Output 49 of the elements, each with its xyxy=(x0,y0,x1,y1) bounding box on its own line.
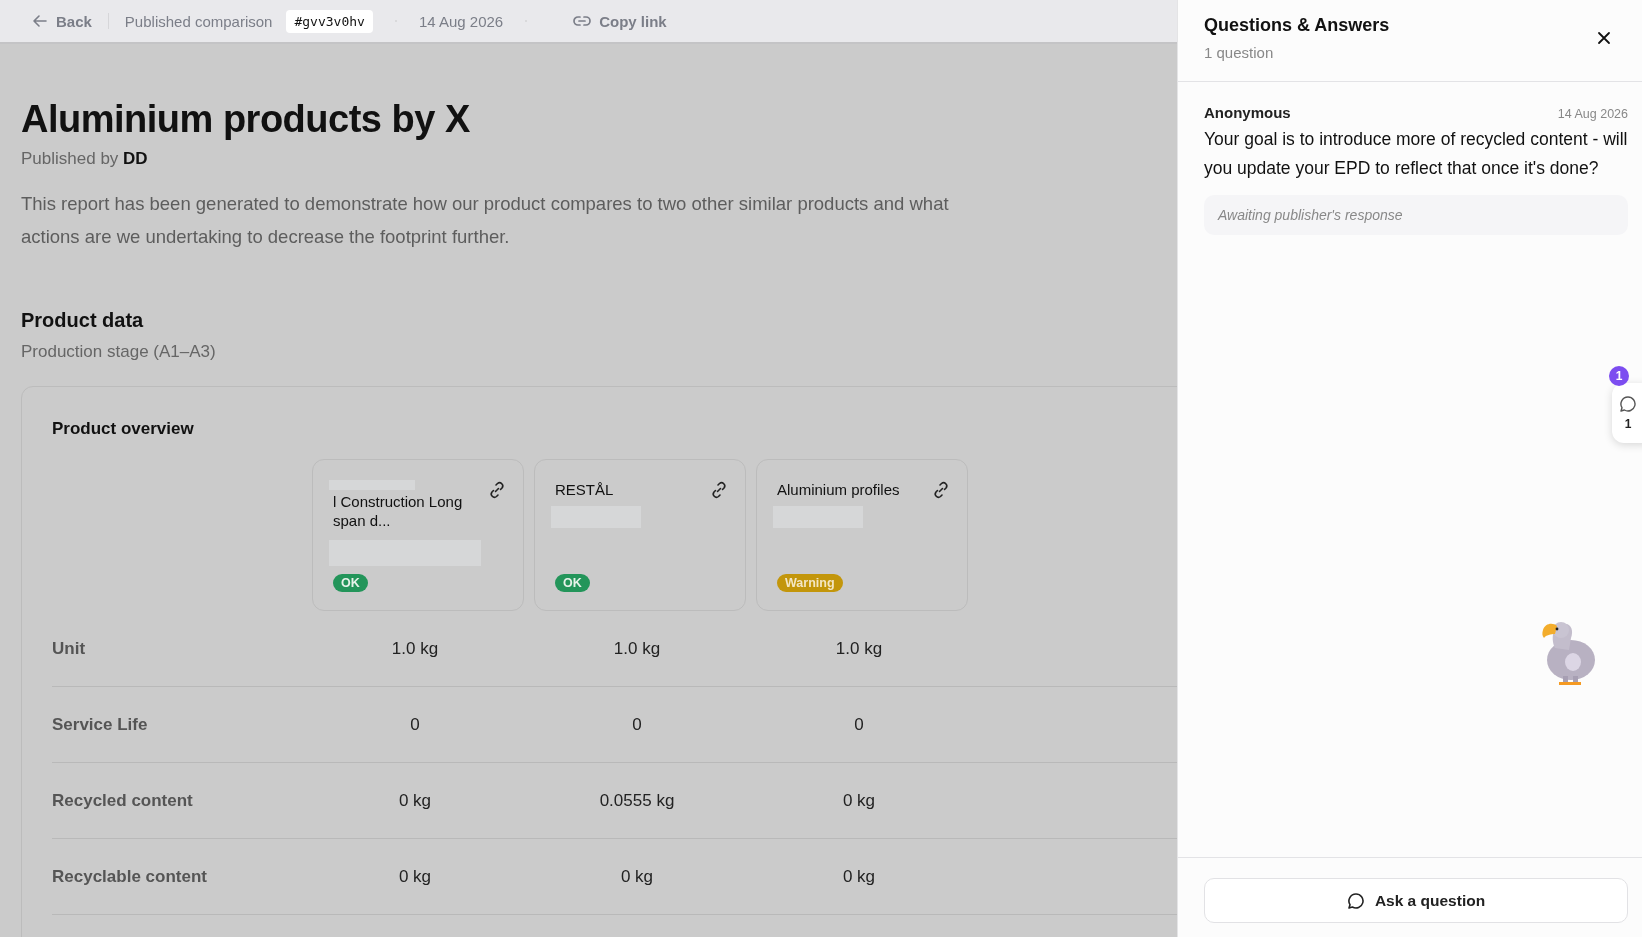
table-cell-text: 0 kg xyxy=(397,790,433,811)
comments-tab[interactable]: 1 xyxy=(1612,383,1642,443)
report-description: This report has been generated to demonstrate how our product compares to two other similar products and what actions are we undertaking to decrease the footprint further. xyxy=(21,192,950,249)
comparison-code: #gvv3v0hv xyxy=(286,9,373,33)
table-cell-text: 1.0 kg xyxy=(612,638,662,659)
row-label: Recycled content xyxy=(52,790,194,811)
row-label: Service Life xyxy=(52,714,149,735)
table-cell-text: 0 kg xyxy=(619,866,655,887)
link-icon[interactable] xyxy=(487,480,507,500)
section-title: Product data xyxy=(21,309,145,332)
status-badge: OK xyxy=(333,574,368,592)
publisher-line: Published by DD xyxy=(21,149,149,169)
link-icon xyxy=(573,15,592,27)
question-author: Anonymous xyxy=(1204,104,1291,121)
speech-bubble-icon xyxy=(1346,891,1365,910)
close-icon xyxy=(1596,30,1612,46)
product-name: l Construction Long span d... xyxy=(333,492,464,530)
notification-badge: 1 xyxy=(1609,366,1629,386)
table-cell-text: 0 xyxy=(853,714,865,735)
overview-title: Product overview xyxy=(52,419,195,439)
status-badge: OK xyxy=(555,574,590,592)
question-count: 1 question xyxy=(1204,44,1275,61)
table-cell-text: 0 xyxy=(631,714,643,735)
product-name: RESTÅL xyxy=(555,480,615,499)
row-label: Unit xyxy=(52,638,87,659)
page-type-label: Published comparison xyxy=(124,12,273,30)
link-icon[interactable] xyxy=(709,480,729,500)
status-badge: Warning xyxy=(777,574,843,592)
table-cell-text: 0 kg xyxy=(841,790,877,811)
report-title: Aluminium products by X xyxy=(21,98,471,141)
product-name: Aluminium profiles xyxy=(777,480,901,499)
section-subtitle: Production stage (A1–A3) xyxy=(21,342,217,362)
publish-date: 14 Aug 2026 xyxy=(418,12,504,30)
question-text: Your goal is to introduce more of recycled content - will you update your EPD to reflect that once it's done? xyxy=(1204,128,1628,180)
panel-title: Questions & Answers xyxy=(1204,15,1390,36)
table-cell-text: 0 kg xyxy=(397,866,433,887)
response-status: Awaiting publisher's response xyxy=(1204,195,1628,235)
row-label: Recyclable content xyxy=(52,866,208,887)
speech-bubble-icon xyxy=(1619,395,1637,413)
table-cell-text: 0 kg xyxy=(841,866,877,887)
table-cell-text: 1.0 kg xyxy=(390,638,440,659)
table-cell-text: 0 xyxy=(409,714,421,735)
comments-count: 1 xyxy=(1624,417,1632,431)
link-icon[interactable] xyxy=(931,480,951,500)
table-cell-text: 0.0555 kg xyxy=(598,790,676,811)
ask-question-button[interactable]: Ask a question xyxy=(1204,878,1628,923)
table-cell-text: 1.0 kg xyxy=(834,638,884,659)
arrow-left-icon xyxy=(32,13,48,29)
question-date: 14 Aug 2026 xyxy=(1557,107,1628,121)
